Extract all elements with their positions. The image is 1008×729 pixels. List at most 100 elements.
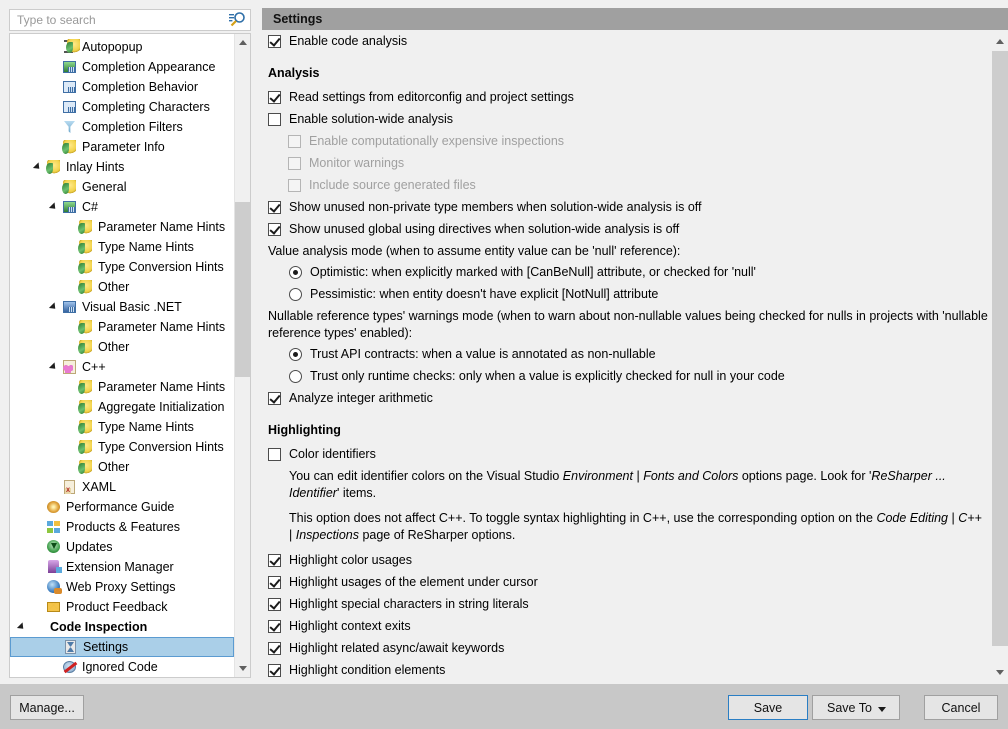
chevron-down-icon[interactable] [878,707,886,712]
checkbox-show-unused-global-using-directives-when-solutio[interactable] [268,223,281,236]
tree-item-other[interactable]: Other [10,277,235,297]
tree-item-xaml[interactable]: XAML [10,477,235,497]
tree-item-completion-appearance[interactable]: Completion Appearance [10,57,235,77]
highlighting-checkbox-group: Highlight color usages Highlight usages o… [268,552,992,681]
enable-code-analysis-checkbox[interactable] [268,35,281,48]
tree-item-completing-characters[interactable]: Completing Characters [10,97,235,117]
radio-trust-only-runtime-checks-only-when-a-value-is-e[interactable] [289,370,302,383]
checkbox-row-highlight-related-async-await-keywords[interactable]: Highlight related async/await keywords [268,640,992,659]
color-identifiers-help-text-1: You can edit identifier colors on the Vi… [289,468,983,502]
tree-expander-icon[interactable] [48,297,61,317]
search-box[interactable] [9,9,251,31]
checkbox-highlight-special-characters-in-string-literals[interactable] [268,598,281,611]
tree-item-parameter-name-hints[interactable]: Parameter Name Hints [10,217,235,237]
checkbox-enable-solution-wide-analysis[interactable] [268,113,281,126]
tree-item-updates[interactable]: Updates [10,537,235,557]
settings-tree[interactable]: Autopopup Completion Appearance Completion… [9,33,251,678]
checkbox-row-enable-solution-wide-analysis[interactable]: Enable solution-wide analysis [268,111,992,130]
tree-item-ignored-code[interactable]: Ignored Code [10,657,235,677]
help-1-part: | [632,469,644,483]
tree-item-label: Aggregate Initialization [98,400,225,414]
highlighting-heading: Highlighting [268,423,341,437]
enable-code-analysis-row[interactable]: Enable code analysis [268,33,992,52]
tree-expander-spacer [48,97,61,117]
cancel-button[interactable]: Cancel [924,695,998,720]
tree-item-inlay-hints[interactable]: Inlay Hints [10,157,235,177]
checkbox-row-highlight-usages-of-the-element-under-cursor[interactable]: Highlight usages of the element under cu… [268,574,992,593]
tree-expander-spacer [64,337,77,357]
analyze-integer-arithmetic-checkbox[interactable] [268,392,281,405]
tree-item-aggregate-initialization[interactable]: Aggregate Initialization [10,397,235,417]
checkbox-highlight-condition-elements[interactable] [268,664,281,677]
content-scroll-down-icon[interactable] [992,664,1008,681]
tree-item-other[interactable]: Other [10,457,235,477]
tree-expander-icon[interactable] [32,157,45,177]
checkbox-row-highlight-special-characters-in-string-literals[interactable]: Highlight special characters in string l… [268,596,992,615]
analyze-integer-arithmetic-label: Analyze integer arithmetic [289,391,433,405]
tree-item-products-features[interactable]: Products & Features [10,517,235,537]
save-button[interactable]: Save [728,695,808,720]
tree-item-autopopup[interactable]: Autopopup [10,37,235,57]
tree-item-completion-behavior[interactable]: Completion Behavior [10,77,235,97]
tree-item-type-conversion-hints[interactable]: Type Conversion Hints [10,437,235,457]
checkbox-row-read-settings-from-editorconfig-and-project-sett[interactable]: Read settings from editorconfig and proj… [268,89,992,108]
checkbox-highlight-color-usages[interactable] [268,554,281,567]
search-input[interactable] [15,11,227,29]
tree-scrollbar[interactable] [234,34,250,677]
tree-item-label: Completing Characters [82,100,210,114]
tree-item-type-conversion-hints[interactable]: Type Conversion Hints [10,257,235,277]
checkbox-highlight-related-async-await-keywords[interactable] [268,642,281,655]
radio-row-pessimistic-when-entity-doesn-t-have-explicit-no[interactable]: Pessimistic: when entity doesn't have ex… [289,286,992,305]
color-identifiers-row[interactable]: Color identifiers [268,446,992,465]
radio-row-optimistic-when-explicitly-marked-with-canbenull[interactable]: Optimistic: when explicitly marked with … [289,264,992,283]
tree-item-general[interactable]: General [10,177,235,197]
checkbox-read-settings-from-editorconfig-and-project-sett[interactable] [268,91,281,104]
tree-scroll-up-icon[interactable] [235,34,250,51]
analyze-integer-arithmetic-row[interactable]: Analyze integer arithmetic [268,390,992,409]
tree-scrollbar-thumb[interactable] [235,202,250,377]
search-icon[interactable] [227,11,247,29]
tree-item-code-inspection[interactable]: Code Inspection [10,617,235,637]
checkbox-row-show-unused-non-private-type-members-when-soluti[interactable]: Show unused non-private type members whe… [268,199,992,218]
tree-item-settings[interactable]: Settings [10,637,234,657]
checkbox-row-highlight-context-exits[interactable]: Highlight context exits [268,618,992,637]
save-to-button[interactable]: Save To [812,695,900,720]
tree-expander-icon[interactable] [48,357,61,377]
tree-scroll-down-icon[interactable] [235,660,250,677]
radio-pessimistic-when-entity-doesn-t-have-explicit-no[interactable] [289,288,302,301]
checkbox-highlight-usages-of-the-element-under-cursor[interactable] [268,576,281,589]
radio-row-trust-only-runtime-checks-only-when-a-value-is-e[interactable]: Trust only runtime checks: only when a v… [289,368,992,387]
content-scrollbar-thumb[interactable] [992,51,1008,646]
tree-item-extension-manager[interactable]: Extension Manager [10,557,235,577]
checkbox-row-show-unused-global-using-directives-when-solutio[interactable]: Show unused global using directives when… [268,221,992,240]
checkbox-highlight-context-exits[interactable] [268,620,281,633]
checkbox-row-highlight-color-usages[interactable]: Highlight color usages [268,552,992,571]
tree-item-type-name-hints[interactable]: Type Name Hints [10,417,235,437]
color-identifiers-checkbox[interactable] [268,448,281,461]
tree-item-c[interactable]: C# [10,197,235,217]
tree-item-parameter-name-hints[interactable]: Parameter Name Hints [10,317,235,337]
content-scrollbar[interactable] [992,33,1008,681]
tree-expander-icon[interactable] [48,197,61,217]
tree-item-performance-guide[interactable]: Performance Guide [10,497,235,517]
content-scroll-up-icon[interactable] [992,33,1008,50]
tree-item-visual-basic-net[interactable]: Visual Basic .NET [10,297,235,317]
radio-optimistic-when-explicitly-marked-with-canbenull[interactable] [289,266,302,279]
radio-trust-api-contracts-when-a-value-is-annotated-as[interactable] [289,348,302,361]
help-2-part: This option does not affect C++. To togg… [289,511,877,525]
tree-expander-icon[interactable] [16,617,29,637]
radio-row-trust-api-contracts-when-a-value-is-annotated-as[interactable]: Trust API contracts: when a value is ann… [289,346,992,365]
tree-item-c[interactable]: C++ [10,357,235,377]
tree-item-parameter-info[interactable]: Parameter Info [10,137,235,157]
checkbox-show-unused-non-private-type-members-when-soluti[interactable] [268,201,281,214]
tree-item-type-name-hints[interactable]: Type Name Hints [10,237,235,257]
tree-item-product-feedback[interactable]: Product Feedback [10,597,235,617]
tree-expander-spacer [48,477,61,497]
manage-button[interactable]: Manage... [10,695,84,720]
checkbox-label: Highlight condition elements [289,663,446,677]
tree-item-other[interactable]: Other [10,337,235,357]
tree-item-completion-filters[interactable]: Completion Filters [10,117,235,137]
tree-item-parameter-name-hints[interactable]: Parameter Name Hints [10,377,235,397]
checkbox-row-highlight-condition-elements[interactable]: Highlight condition elements [268,662,992,681]
tree-item-web-proxy-settings[interactable]: Web Proxy Settings [10,577,235,597]
